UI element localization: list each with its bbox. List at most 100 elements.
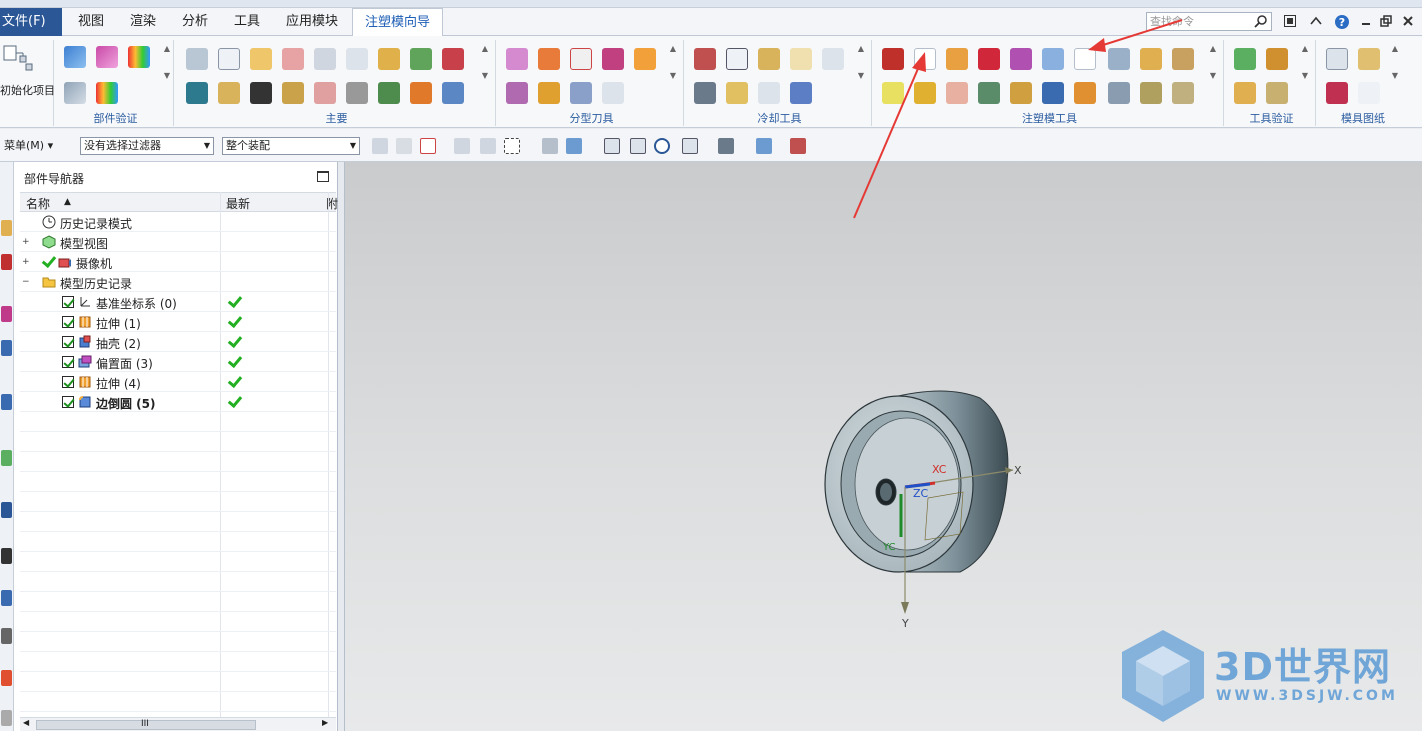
visibility-checkbox[interactable] <box>62 356 74 368</box>
system-scene-icon[interactable] <box>1 628 12 644</box>
group-scroll-arrows[interactable]: ▲ ▼ <box>480 44 490 104</box>
expand-icon[interactable]: + <box>22 238 30 247</box>
draft-analysis-icon[interactable] <box>96 82 118 104</box>
tree-row-history-mode[interactable]: 历史记录模式 <box>20 212 336 232</box>
more-tools-icon[interactable] <box>1 710 12 726</box>
group-scroll-arrows[interactable]: ▲ ▼ <box>1390 44 1400 104</box>
tree-row-edge-blend[interactable]: 边倒圆 (5) <box>20 392 336 412</box>
orient-view-icon[interactable] <box>682 138 698 154</box>
component-drawing-icon[interactable] <box>1358 48 1380 70</box>
family-mold-icon[interactable] <box>314 48 336 70</box>
cavity-tool-icon[interactable] <box>1042 82 1064 104</box>
file-menu-tab[interactable]: 文件(F) <box>0 8 62 36</box>
mold-csys-icon[interactable] <box>218 48 240 70</box>
tree-row-model-views[interactable]: + 模型视图 <box>20 232 336 252</box>
init-project-label[interactable]: 初始化项目 <box>0 82 55 98</box>
scrollbar-thumb[interactable]: III <box>36 719 256 730</box>
horizontal-scrollbar[interactable]: ◀ III ▶ <box>20 717 336 731</box>
trade-part-icon[interactable] <box>506 82 528 104</box>
tab-view[interactable]: 视图 <box>78 8 104 36</box>
edge-patch-icon[interactable] <box>1042 48 1064 70</box>
parting-check-icon[interactable] <box>946 82 968 104</box>
sort-ascending-icon[interactable]: ▲ <box>64 197 71 207</box>
blank-tool-icon[interactable] <box>914 48 936 70</box>
tool-motion-icon[interactable] <box>1234 82 1256 104</box>
expand-icon[interactable]: + <box>22 258 30 267</box>
tab-render[interactable]: 渲染 <box>130 8 156 36</box>
snap-3-icon[interactable] <box>454 138 470 154</box>
visibility-checkbox[interactable] <box>62 296 74 308</box>
history-icon[interactable] <box>1 450 12 466</box>
shrinkage-icon[interactable] <box>96 46 118 68</box>
replace-solid-icon[interactable] <box>1108 48 1130 70</box>
assembly-drawing-icon[interactable] <box>1326 48 1348 70</box>
tab-analysis[interactable]: 分析 <box>182 8 208 36</box>
restore-icon[interactable] <box>1378 14 1394 30</box>
electrode-icon[interactable] <box>314 82 336 104</box>
help-icon[interactable]: ? <box>1334 14 1350 30</box>
pocket-solid-icon[interactable] <box>1010 82 1032 104</box>
part-navigator-icon[interactable] <box>1 306 12 322</box>
extend-channel-icon[interactable] <box>790 48 812 70</box>
roles-icon[interactable] <box>1 590 12 606</box>
adjust-channel-icon[interactable] <box>822 48 844 70</box>
stamp-icon[interactable] <box>1140 82 1162 104</box>
split-solid-icon[interactable] <box>946 48 968 70</box>
swap-model-icon[interactable] <box>570 82 592 104</box>
select-body-icon[interactable] <box>542 138 558 154</box>
offset-tool-icon[interactable] <box>1108 82 1130 104</box>
group-scroll-arrows[interactable]: ▲ ▼ <box>856 44 866 104</box>
tree-row-extrude-1[interactable]: 拉伸 (1) <box>20 312 336 332</box>
create-box-icon[interactable] <box>882 48 904 70</box>
snap-2-icon[interactable] <box>396 138 412 154</box>
fitting-icon[interactable] <box>758 82 780 104</box>
render-style-icon[interactable] <box>718 138 734 154</box>
collapse-ribbon-icon[interactable] <box>1308 14 1324 30</box>
mold-layout-icon[interactable] <box>186 48 208 70</box>
process-studio-icon[interactable] <box>1 548 12 564</box>
group-scroll-arrows[interactable]: ▲ ▼ <box>1208 44 1218 104</box>
sub-insert-icon[interactable] <box>218 82 240 104</box>
baffle-icon[interactable] <box>726 82 748 104</box>
trim-solid-icon[interactable] <box>914 82 936 104</box>
snap-4-icon[interactable] <box>480 138 496 154</box>
group-scroll-arrows[interactable]: ▲ ▼ <box>668 44 678 104</box>
init-project-icon[interactable] <box>2 44 36 74</box>
visibility-checkbox[interactable] <box>62 336 74 348</box>
pocket-icon[interactable] <box>410 82 432 104</box>
rotate-icon[interactable] <box>654 138 670 154</box>
snap-icon[interactable] <box>372 138 388 154</box>
workpiece-block-icon[interactable] <box>250 48 272 70</box>
visibility-checkbox[interactable] <box>62 316 74 328</box>
reuse-library-icon[interactable] <box>1 340 12 356</box>
select-component-icon[interactable] <box>566 138 582 154</box>
search-icon[interactable] <box>1254 14 1268 28</box>
tab-application[interactable]: 应用模块 <box>286 8 338 36</box>
check-tool-icon[interactable] <box>1234 48 1256 70</box>
cooling-standard-icon[interactable] <box>758 48 780 70</box>
extend-solid-icon[interactable] <box>1140 48 1162 70</box>
tool-block-icon[interactable] <box>1172 82 1194 104</box>
column-latest-header[interactable]: 最新 <box>226 195 250 212</box>
sheet-patch-icon[interactable] <box>1010 48 1032 70</box>
constraint-navigator-icon[interactable] <box>1 254 12 270</box>
cavity-design-icon[interactable] <box>346 82 368 104</box>
tree-row-model-history[interactable]: − 模型历史记录 <box>20 272 336 292</box>
reference-block-icon[interactable] <box>1172 48 1194 70</box>
show-hide-icon[interactable] <box>790 138 806 154</box>
tree-row-shell[interactable]: 抽壳 (2) <box>20 332 336 352</box>
scroll-right-icon[interactable]: ▶ <box>322 718 328 727</box>
line-patch-icon[interactable] <box>882 82 904 104</box>
design-parting-surface-icon[interactable] <box>602 48 624 70</box>
slider-icon[interactable] <box>186 82 208 104</box>
tree-row-extrude-4[interactable]: 拉伸 (4) <box>20 372 336 392</box>
post-processing-icon[interactable] <box>442 48 464 70</box>
column-name-header[interactable]: 名称 <box>26 195 50 212</box>
tab-mold-wizard[interactable]: 注塑模向导 <box>352 8 444 37</box>
group-scroll-arrows[interactable]: ▲ ▼ <box>1300 44 1310 104</box>
mold-base-icon[interactable] <box>346 48 368 70</box>
connect-channel-icon[interactable] <box>694 82 716 104</box>
tool-interference-icon[interactable] <box>1266 48 1288 70</box>
visibility-checkbox[interactable] <box>62 396 74 408</box>
zoom-icon[interactable] <box>630 138 646 154</box>
